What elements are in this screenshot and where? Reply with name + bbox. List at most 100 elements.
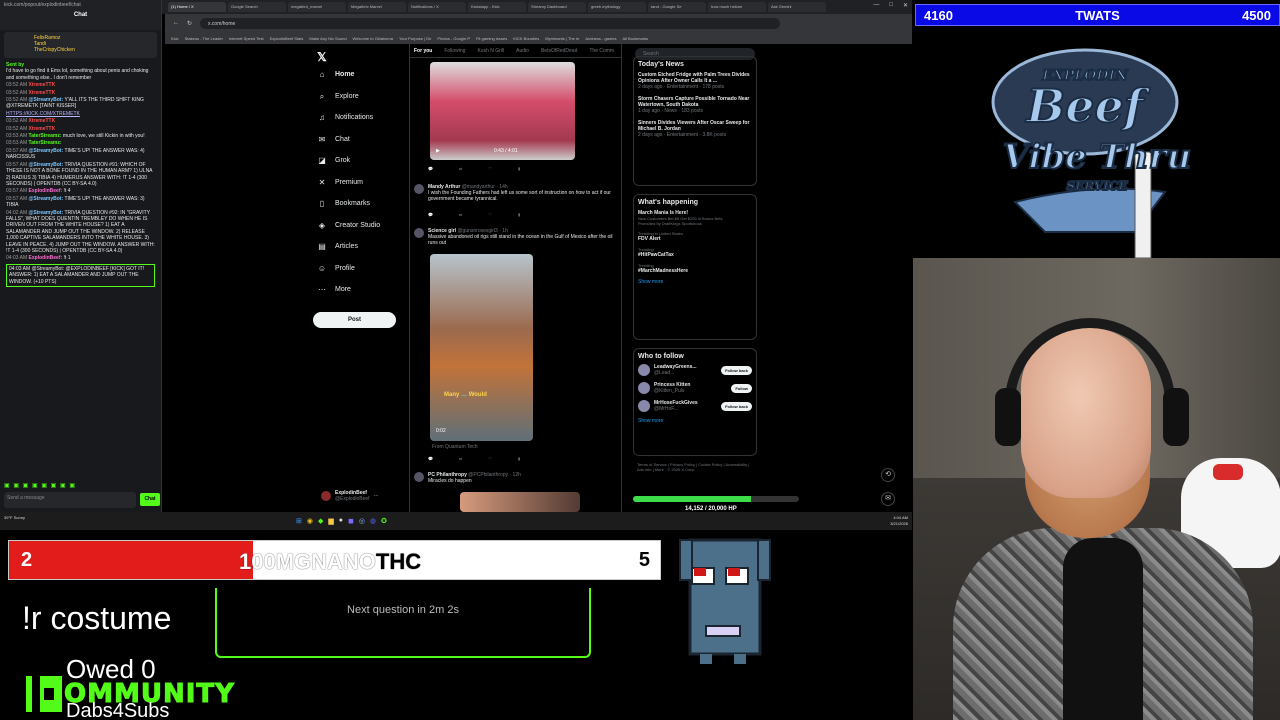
chat-username[interactable]: ExplodinBeef: xyxy=(29,188,63,194)
browser-tab[interactable]: Megathric Marvel xyxy=(348,2,406,12)
chat-username[interactable]: @StreamyBot: xyxy=(29,97,64,103)
bookmark-item[interactable]: Photos - Google P xyxy=(437,36,470,41)
follow-suggestion[interactable]: LeadwayGreens... @Lead... Follow back xyxy=(638,364,752,376)
nav-item-bookmarks[interactable]: ▯ Bookmarks xyxy=(317,199,370,208)
discord-icon[interactable]: ◍ xyxy=(370,517,376,525)
close-icon[interactable]: ✕ xyxy=(903,2,908,9)
nav-item-creator-studio[interactable]: ◈ Creator Studio xyxy=(317,221,380,230)
nav-item-more[interactable]: ⋯ More xyxy=(317,285,351,294)
news-item[interactable]: Storm Chasers Capture Possible Tornado N… xyxy=(638,96,752,114)
chat-username[interactable]: XtremeTTK xyxy=(29,118,56,124)
follow-button[interactable]: Follow xyxy=(731,383,752,393)
nav-item-premium[interactable]: ✕ Premium xyxy=(317,178,363,187)
follow-button[interactable]: Follow back xyxy=(721,401,752,411)
trend-item[interactable]: March Mania Is Here! New Customers Bet $… xyxy=(638,210,752,226)
tweet-image[interactable] xyxy=(460,492,580,512)
chat-username[interactable]: TaterStreamz: xyxy=(29,140,62,146)
chat-username[interactable]: @StreamyBot: xyxy=(29,148,64,154)
nav-item-notifications[interactable]: ♫ Notifications xyxy=(317,113,373,122)
account-switcher[interactable]: ExplodinBeef @ExplodinBeef ··· xyxy=(321,490,379,502)
tab-for-you[interactable]: For you xyxy=(414,48,432,54)
emote-row[interactable]: ▣ ▣ ▣ ▣ ▣ ▣ ▣ ▣ xyxy=(4,482,76,489)
nav-item-profile[interactable]: ☺ Profile xyxy=(317,264,355,273)
tab-list[interactable]: Kush N Grill xyxy=(477,48,504,54)
chat-username[interactable]: @StreamyBot: xyxy=(29,162,64,168)
back-icon[interactable]: ← xyxy=(173,20,179,26)
show-more-link[interactable]: Show more xyxy=(638,418,752,424)
video-player[interactable] xyxy=(430,62,575,160)
chat-link[interactable]: HTTPS://KICK.COM/XTREMETK xyxy=(6,111,80,117)
tweet[interactable]: Mandy Arthur @mandyarthur · 14h I wish t… xyxy=(414,184,619,202)
chat-send-button[interactable]: Chat xyxy=(140,493,160,506)
browser-tab[interactable]: Ask Gemini xyxy=(768,2,826,12)
chat-username[interactable]: @StreamyBot: xyxy=(29,196,64,202)
weather-widget[interactable]: 39°F Sunny xyxy=(4,515,25,520)
follow-button[interactable]: Follow back xyxy=(721,365,752,375)
bookmark-item[interactable]: Mymmants | The Ie xyxy=(545,36,579,41)
trend-item[interactable]: Trending #MarchMadnessHere xyxy=(638,263,752,274)
chat-username[interactable]: ExplodinBeef: xyxy=(29,255,63,261)
maximize-icon[interactable]: □ xyxy=(889,2,893,9)
tab-list[interactable]: Audio xyxy=(516,48,529,54)
bookmark-item[interactable]: Make Any Nix Sound xyxy=(309,36,346,41)
tweet[interactable]: Science girl @gunsnrosesgirl3 · 1h Massi… xyxy=(414,228,619,246)
tweet-actions[interactable]: 💬 ⇄ ♡ ▮ xyxy=(428,166,520,171)
clock[interactable]: 4:04 AM 3/21/2026 xyxy=(890,515,908,527)
browser-tab[interactable]: Notifications / X xyxy=(408,2,466,12)
kick-icon[interactable]: ◆ xyxy=(318,517,323,525)
nav-item-home[interactable]: ⌂ Home xyxy=(317,70,355,79)
tab-list[interactable]: BetsOfRedDead xyxy=(541,48,577,54)
play-icon[interactable]: ▶ xyxy=(436,148,440,154)
browser-tab[interactable]: tarot - Google Se xyxy=(648,2,706,12)
bookmark-item[interactable]: ExplodinBeef Stats xyxy=(270,36,304,41)
bookmark-item[interactable]: All Bookmarks xyxy=(622,36,648,41)
bookmark-item[interactable]: Internet Speed Test xyxy=(229,36,264,41)
bookmark-item[interactable]: Welcome to Oklahoma xyxy=(353,36,393,41)
folder-icon[interactable]: ▆ xyxy=(328,517,333,525)
news-item[interactable]: Custom Etched Fridge with Palm Trees Div… xyxy=(638,72,752,90)
show-more-link[interactable]: Show more xyxy=(638,279,752,285)
chat-username[interactable]: TaterStreamz: xyxy=(29,133,62,139)
xbox-icon[interactable]: ✪ xyxy=(381,517,387,525)
chat-username[interactable]: XtremeTTK xyxy=(29,126,56,132)
browser-tab[interactable]: Google Search xyxy=(228,2,286,12)
browser-tab[interactable]: Kickstapp - Kick xyxy=(468,2,526,12)
x-logo-icon[interactable]: 𝕏 xyxy=(317,50,327,64)
x-footer-links[interactable]: Terms of Service | Privacy Policy | Cook… xyxy=(637,462,757,472)
chrome-icon[interactable]: ◉ xyxy=(307,517,313,525)
browser-tab[interactable]: how much helium xyxy=(708,2,766,12)
chat-username[interactable]: @StreamyBot: xyxy=(29,210,64,216)
tweet[interactable]: PC Philanthropy @PCPhilanthropy · 12h Mi… xyxy=(414,472,619,484)
bookmark-item[interactable]: Andness - games xyxy=(585,36,616,41)
video-player[interactable] xyxy=(430,254,533,441)
browser-tab[interactable]: greek mythology xyxy=(588,2,646,12)
tweet-actions[interactable]: 💬 ⇄ ♡ ▮ xyxy=(428,212,520,217)
chat-username[interactable]: XtremeTTK xyxy=(29,82,56,88)
nav-item-grok[interactable]: ◪ Grok xyxy=(317,156,350,165)
bookmark-item[interactable]: Your Purpose | Dir xyxy=(399,36,431,41)
steam-icon[interactable]: ◎ xyxy=(359,517,365,525)
nav-item-explore[interactable]: ⌕ Explore xyxy=(317,92,359,102)
bookmark-item[interactable]: Kick xyxy=(171,36,179,41)
nav-item-chat[interactable]: ✉ Chat xyxy=(317,135,350,144)
follow-suggestion[interactable]: Princess Kitten @Kitten_Puls Follow xyxy=(638,382,752,394)
trend-item[interactable]: Trending in United States FDV Alert xyxy=(638,231,752,242)
trend-item[interactable]: Trending #HitPawCatTax xyxy=(638,247,752,258)
pinned-message[interactable]: FelixRamoz Tandi TheCrispyChicken xyxy=(4,32,157,58)
tab-list[interactable]: The Comm xyxy=(589,48,614,54)
nav-item-articles[interactable]: ▤ Articles xyxy=(317,242,358,251)
bookmark-item[interactable]: Stakeus - The Leader xyxy=(185,36,223,41)
reload-icon[interactable]: ↻ xyxy=(187,20,192,27)
bookmark-item[interactable]: KICK Bounties xyxy=(513,36,539,41)
browser-tab[interactable]: Streamy Dashboard xyxy=(528,2,586,12)
tab-following[interactable]: Following xyxy=(444,48,465,54)
follow-suggestion[interactable]: MrHoseFuckGives @MrHoF... Follow back xyxy=(638,400,752,412)
post-button[interactable]: Post xyxy=(313,312,396,328)
app-icon[interactable]: ◼ xyxy=(348,517,354,525)
chat-input[interactable]: Send a message xyxy=(4,492,136,508)
news-item[interactable]: Sinners Divides Viewers After Oscar Swee… xyxy=(638,120,752,138)
grok-icon[interactable]: ⟲ xyxy=(881,468,895,482)
address-bar[interactable]: x.com/home xyxy=(200,17,781,29)
windows-start-icon[interactable]: ⊞ xyxy=(296,517,302,525)
messages-icon[interactable]: ✉ xyxy=(881,492,895,506)
